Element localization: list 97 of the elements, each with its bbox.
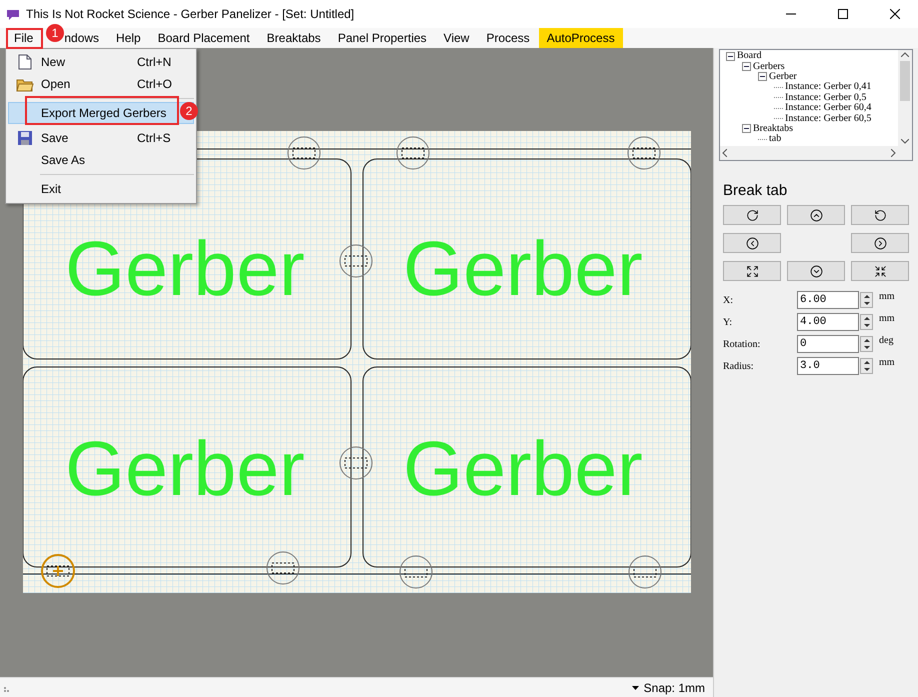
window-title: This Is Not Rocket Science - Gerber Panelizer - [Set: Untitled]	[26, 7, 356, 21]
scroll-up-icon[interactable]	[901, 52, 909, 57]
rotate-counterclockwise-icon	[874, 208, 886, 222]
board-label: Gerber	[65, 226, 305, 312]
field-label: X:	[723, 294, 734, 306]
breaktab-icon[interactable]	[340, 446, 372, 480]
down-arrow-icon[interactable]	[864, 324, 870, 327]
snap-setting[interactable]: Snap: 1mm	[644, 680, 705, 694]
unit-label: mm	[878, 313, 896, 324]
menu-entry[interactable]: Save As	[8, 149, 194, 171]
breaktab-icon[interactable]	[340, 244, 372, 278]
unit-label: mm	[878, 357, 896, 368]
number-input[interactable]: 4.00	[797, 313, 859, 331]
up-arrow-icon[interactable]	[864, 361, 870, 364]
down-arrow-icon[interactable]	[864, 346, 870, 349]
chevron-up-icon	[810, 208, 822, 222]
board-label: Gerber	[403, 226, 643, 312]
menu-item[interactable]: Process	[478, 28, 538, 48]
menu-entry[interactable]: Exit	[8, 178, 194, 200]
menu-item[interactable]: Breaktabs	[258, 28, 329, 48]
breaktab-icon[interactable]	[396, 136, 430, 170]
breaktab-icon[interactable]	[400, 556, 432, 588]
shrink-icon	[874, 264, 886, 278]
spinner-buttons[interactable]	[860, 336, 873, 352]
unit-label: mm	[878, 291, 896, 302]
breaktab-icon[interactable]	[628, 556, 662, 588]
collapse-toggle-icon[interactable]	[758, 72, 767, 82]
chevron-left-icon	[746, 236, 758, 250]
menu-item[interactable]: File	[6, 28, 42, 48]
spinner-buttons[interactable]	[860, 314, 873, 330]
tree-item[interactable]: Breaktabs	[753, 124, 793, 134]
breaktab-icon[interactable]	[288, 136, 320, 170]
chevron-left-button[interactable]	[723, 233, 781, 253]
menu-item[interactable]: Board Placement	[150, 28, 258, 48]
chevron-up-button[interactable]	[787, 205, 845, 225]
menu-item[interactable]: ndows	[64, 28, 108, 48]
number-input[interactable]: 6.00	[797, 291, 859, 309]
spinner-buttons[interactable]	[860, 292, 873, 308]
chevron-down-icon	[810, 264, 822, 278]
expand-button[interactable]	[723, 261, 781, 281]
menu-item[interactable]: Help	[108, 28, 149, 48]
tree-item[interactable]: Instance: Gerber 60,5	[785, 114, 872, 124]
scroll-right-icon[interactable]	[891, 149, 896, 157]
scroll-left-icon[interactable]	[722, 149, 727, 157]
tree-item[interactable]: Gerbers	[753, 62, 785, 72]
board-label: Gerber	[65, 426, 305, 512]
number-input[interactable]: 3.0	[797, 357, 859, 375]
board-label: Gerber	[403, 426, 643, 512]
vertical-scrollbar[interactable]	[898, 50, 912, 146]
up-arrow-icon[interactable]	[864, 339, 870, 342]
menu-entry[interactable]: New Ctrl+N	[8, 51, 194, 73]
up-arrow-icon[interactable]	[864, 295, 870, 298]
document-icon	[18, 54, 32, 70]
collapse-toggle-icon[interactable]	[742, 62, 751, 72]
panel-title: Break tab	[723, 182, 788, 199]
tree-item[interactable]: Board	[737, 51, 762, 62]
collapse-toggle-icon[interactable]	[742, 124, 751, 134]
down-arrow-icon[interactable]	[864, 368, 870, 371]
chevron-right-icon	[874, 236, 886, 250]
tree-item[interactable]: Gerber	[769, 72, 797, 82]
field-label: Y:	[723, 316, 734, 328]
field-label: Rotation:	[723, 338, 762, 350]
tree-item[interactable]: tab	[769, 134, 782, 144]
down-arrow-icon[interactable]	[864, 302, 870, 305]
folder-icon	[16, 76, 34, 92]
expand-icon	[746, 264, 758, 278]
tree-item[interactable]: Instance: Gerber 0,41	[785, 82, 872, 92]
shrink-button[interactable]	[851, 261, 909, 281]
rotate-clockwise-icon	[746, 208, 758, 222]
menu-item[interactable]: View	[436, 28, 478, 48]
menu-item[interactable]: AutoProcess	[538, 28, 623, 48]
unit-label: deg	[878, 335, 894, 346]
dropdown-caret-icon[interactable]	[632, 686, 639, 690]
menu-item[interactable]: Panel Properties	[330, 28, 435, 48]
number-input[interactable]: 0	[797, 335, 859, 353]
breaktab-icon[interactable]	[628, 136, 660, 170]
menu-entry[interactable]: Open Ctrl+O	[8, 73, 194, 95]
rotate-counterclockwise-button[interactable]	[851, 205, 909, 225]
rotate-clockwise-button[interactable]	[723, 205, 781, 225]
horizontal-scrollbar[interactable]	[720, 146, 912, 160]
breaktab-icon[interactable]	[41, 554, 75, 588]
collapse-toggle-icon[interactable]	[726, 52, 735, 61]
menu-entry[interactable]: Save Ctrl+S	[8, 127, 194, 149]
close-icon[interactable]	[890, 9, 900, 19]
breaktab-icon[interactable]	[266, 552, 300, 584]
highlight-frame	[6, 28, 43, 49]
chevron-down-button[interactable]	[787, 261, 845, 281]
tree-connector-icon	[758, 138, 767, 140]
maximize-icon[interactable]	[838, 9, 848, 19]
chevron-right-button[interactable]	[851, 233, 909, 253]
field-label: Radius:	[723, 360, 755, 372]
spinner-buttons[interactable]	[860, 358, 873, 374]
up-arrow-icon[interactable]	[864, 317, 870, 320]
app-logo-icon	[6, 8, 20, 20]
tree-item[interactable]: Instance: Gerber 60,4	[785, 103, 872, 114]
tree-item[interactable]: Instance: Gerber 0,5	[785, 92, 866, 103]
scroll-down-icon[interactable]	[901, 139, 909, 144]
